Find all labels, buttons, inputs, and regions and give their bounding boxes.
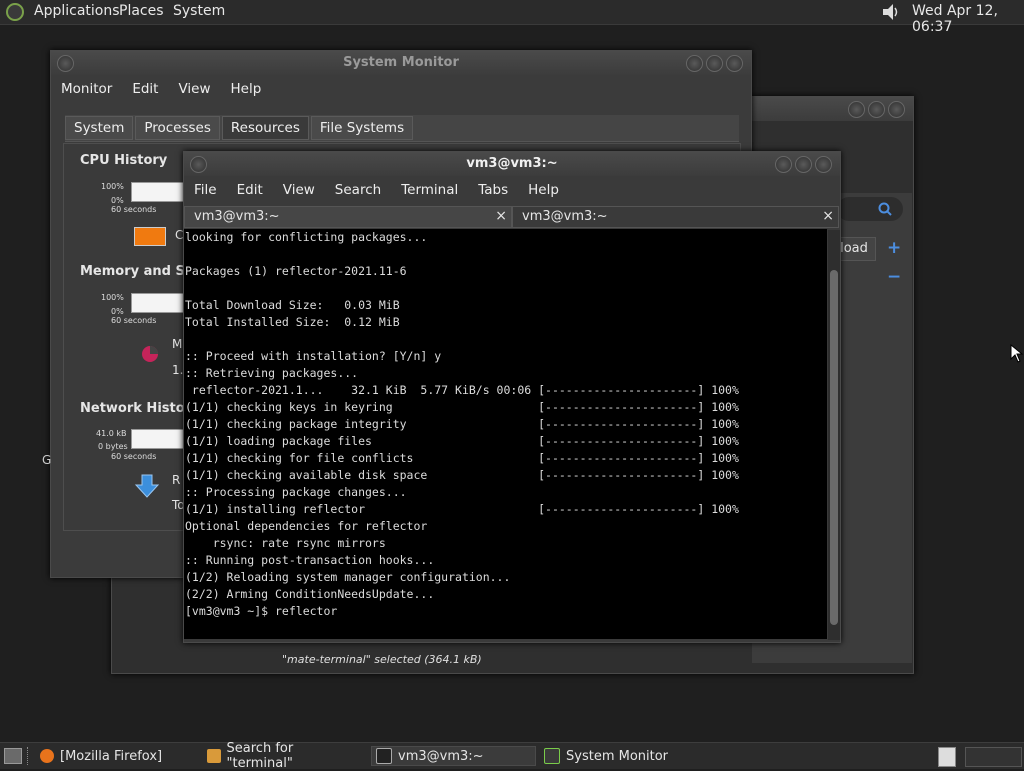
tab-bar: System Processes Resources File Systems	[65, 116, 415, 140]
mem-axis-min: 0%	[111, 307, 124, 316]
mouse-cursor-icon	[1010, 344, 1024, 363]
terminal-tab-1-label: vm3@vm3:~	[194, 209, 280, 224]
firefox-icon	[40, 749, 54, 763]
terminal-icon	[376, 748, 392, 764]
cpu-axis-time: 60 seconds	[111, 205, 157, 214]
terminal-menubar: File Edit View Search Terminal Tabs Help	[184, 178, 840, 202]
taskbar-firefox[interactable]: [Mozilla Firefox]	[36, 746, 196, 766]
network-graph	[131, 429, 185, 449]
minimize-button[interactable]	[686, 55, 703, 72]
close-tab-icon[interactable]: ×	[495, 208, 507, 224]
terminal-titlebar[interactable]: vm3@vm3:~	[184, 152, 840, 176]
terminal-tab-1[interactable]: vm3@vm3:~ ×	[184, 206, 512, 228]
terminal-output-area[interactable]: looking for conflicting packages... Pack…	[184, 229, 827, 639]
menu-terminal[interactable]: Terminal	[391, 182, 468, 198]
close-button[interactable]	[726, 55, 743, 72]
mem-axis-max: 100%	[101, 293, 124, 302]
search-icon[interactable]	[877, 201, 893, 217]
maximize-button[interactable]	[868, 101, 885, 118]
cpu-axis-min: 0%	[111, 196, 124, 205]
cpu-graph	[131, 182, 185, 202]
menu-help[interactable]: Help	[221, 81, 272, 97]
menu-help[interactable]: Help	[518, 182, 569, 198]
download-arrow-icon[interactable]	[134, 473, 160, 499]
places-menu[interactable]: Places	[119, 3, 164, 19]
tab-file-systems[interactable]: File Systems	[310, 116, 414, 140]
add-button[interactable]: +	[887, 238, 901, 258]
minimize-button[interactable]	[775, 156, 792, 173]
system-menu[interactable]: System	[173, 3, 225, 19]
applications-menu[interactable]: Applications	[34, 3, 120, 19]
memory-pie-icon[interactable]	[139, 343, 161, 365]
tab-resources[interactable]: Resources	[221, 116, 309, 140]
taskbar-system-monitor-label: System Monitor	[566, 748, 669, 764]
taskbar-system-monitor[interactable]: System Monitor	[540, 746, 705, 766]
system-monitor-titlebar[interactable]: System Monitor	[51, 51, 751, 75]
window-title: System Monitor	[343, 55, 459, 70]
close-button[interactable]	[888, 101, 905, 118]
terminal-output: looking for conflicting packages... Pack…	[185, 230, 739, 618]
window-title: vm3@vm3:~	[466, 156, 558, 171]
notes-icon[interactable]	[938, 747, 956, 767]
net-axis-time: 60 seconds	[111, 452, 157, 461]
menu-edit[interactable]: Edit	[227, 182, 273, 198]
window-menu-button[interactable]	[190, 156, 207, 173]
mem-axis-time: 60 seconds	[111, 316, 157, 325]
show-desktop-icon[interactable]	[4, 748, 22, 764]
workspace-switcher[interactable]	[965, 747, 1022, 767]
cpu-axis-max: 100%	[101, 182, 124, 191]
terminal-tab-2[interactable]: vm3@vm3:~ ×	[512, 206, 839, 228]
cpu-color-swatch[interactable]	[134, 227, 166, 246]
menu-monitor[interactable]: Monitor	[51, 81, 122, 97]
maximize-button[interactable]	[795, 156, 812, 173]
menu-edit[interactable]: Edit	[122, 81, 168, 97]
tab-system[interactable]: System	[65, 116, 134, 140]
taskbar-terminal[interactable]: vm3@vm3:~	[371, 746, 536, 766]
bottom-panel: [Mozilla Firefox] Search for "terminal" …	[0, 741, 1024, 771]
maximize-button[interactable]	[706, 55, 723, 72]
memory-legend-value: 1.	[172, 363, 184, 377]
close-tab-icon[interactable]: ×	[822, 208, 834, 224]
menu-view[interactable]: View	[168, 81, 220, 97]
taskbar-search-label: Search for "terminal"	[226, 741, 294, 771]
terminal-scrollbar[interactable]	[828, 230, 840, 640]
cpu-history-title: CPU History	[80, 153, 168, 168]
close-button[interactable]	[815, 156, 832, 173]
taskbar-firefox-label: [Mozilla Firefox]	[60, 748, 163, 764]
menu-file[interactable]: File	[184, 182, 227, 198]
terminal-tab-2-label: vm3@vm3:~	[522, 209, 608, 224]
network-history-title: Network History	[80, 401, 200, 416]
net-axis-min: 0 bytes	[98, 442, 128, 451]
system-monitor-menubar: Monitor Edit View Help	[51, 77, 751, 101]
net-axis-max: 41.0 kB	[96, 429, 127, 438]
scrollbar-thumb[interactable]	[830, 270, 838, 625]
system-monitor-icon	[544, 748, 560, 764]
network-receiving-label: R	[172, 473, 181, 487]
window-menu-button[interactable]	[57, 55, 74, 72]
taskbar-terminal-label: vm3@vm3:~	[398, 748, 484, 764]
status-text: "mate-terminal" selected (364.1 kB)	[282, 653, 482, 666]
menu-view[interactable]: View	[273, 182, 325, 198]
desktop-label-fragment: G	[42, 453, 52, 467]
memory-legend-label: M	[172, 337, 183, 351]
search-folder-icon	[207, 749, 221, 763]
volume-icon[interactable]	[880, 2, 902, 22]
top-panel: Applications Places System Wed Apr 12, 0…	[0, 0, 1024, 35]
menu-search[interactable]: Search	[325, 182, 391, 198]
search-field[interactable]	[837, 197, 903, 221]
clock[interactable]: Wed Apr 12, 06:37	[912, 3, 1024, 35]
remove-button[interactable]: −	[887, 267, 901, 287]
mate-logo-icon[interactable]	[6, 3, 24, 21]
taskbar-search[interactable]: Search for "terminal"	[203, 741, 363, 771]
minimize-button[interactable]	[848, 101, 865, 118]
memory-graph	[131, 293, 185, 313]
menu-tabs[interactable]: Tabs	[468, 182, 518, 198]
tab-processes[interactable]: Processes	[135, 116, 220, 140]
